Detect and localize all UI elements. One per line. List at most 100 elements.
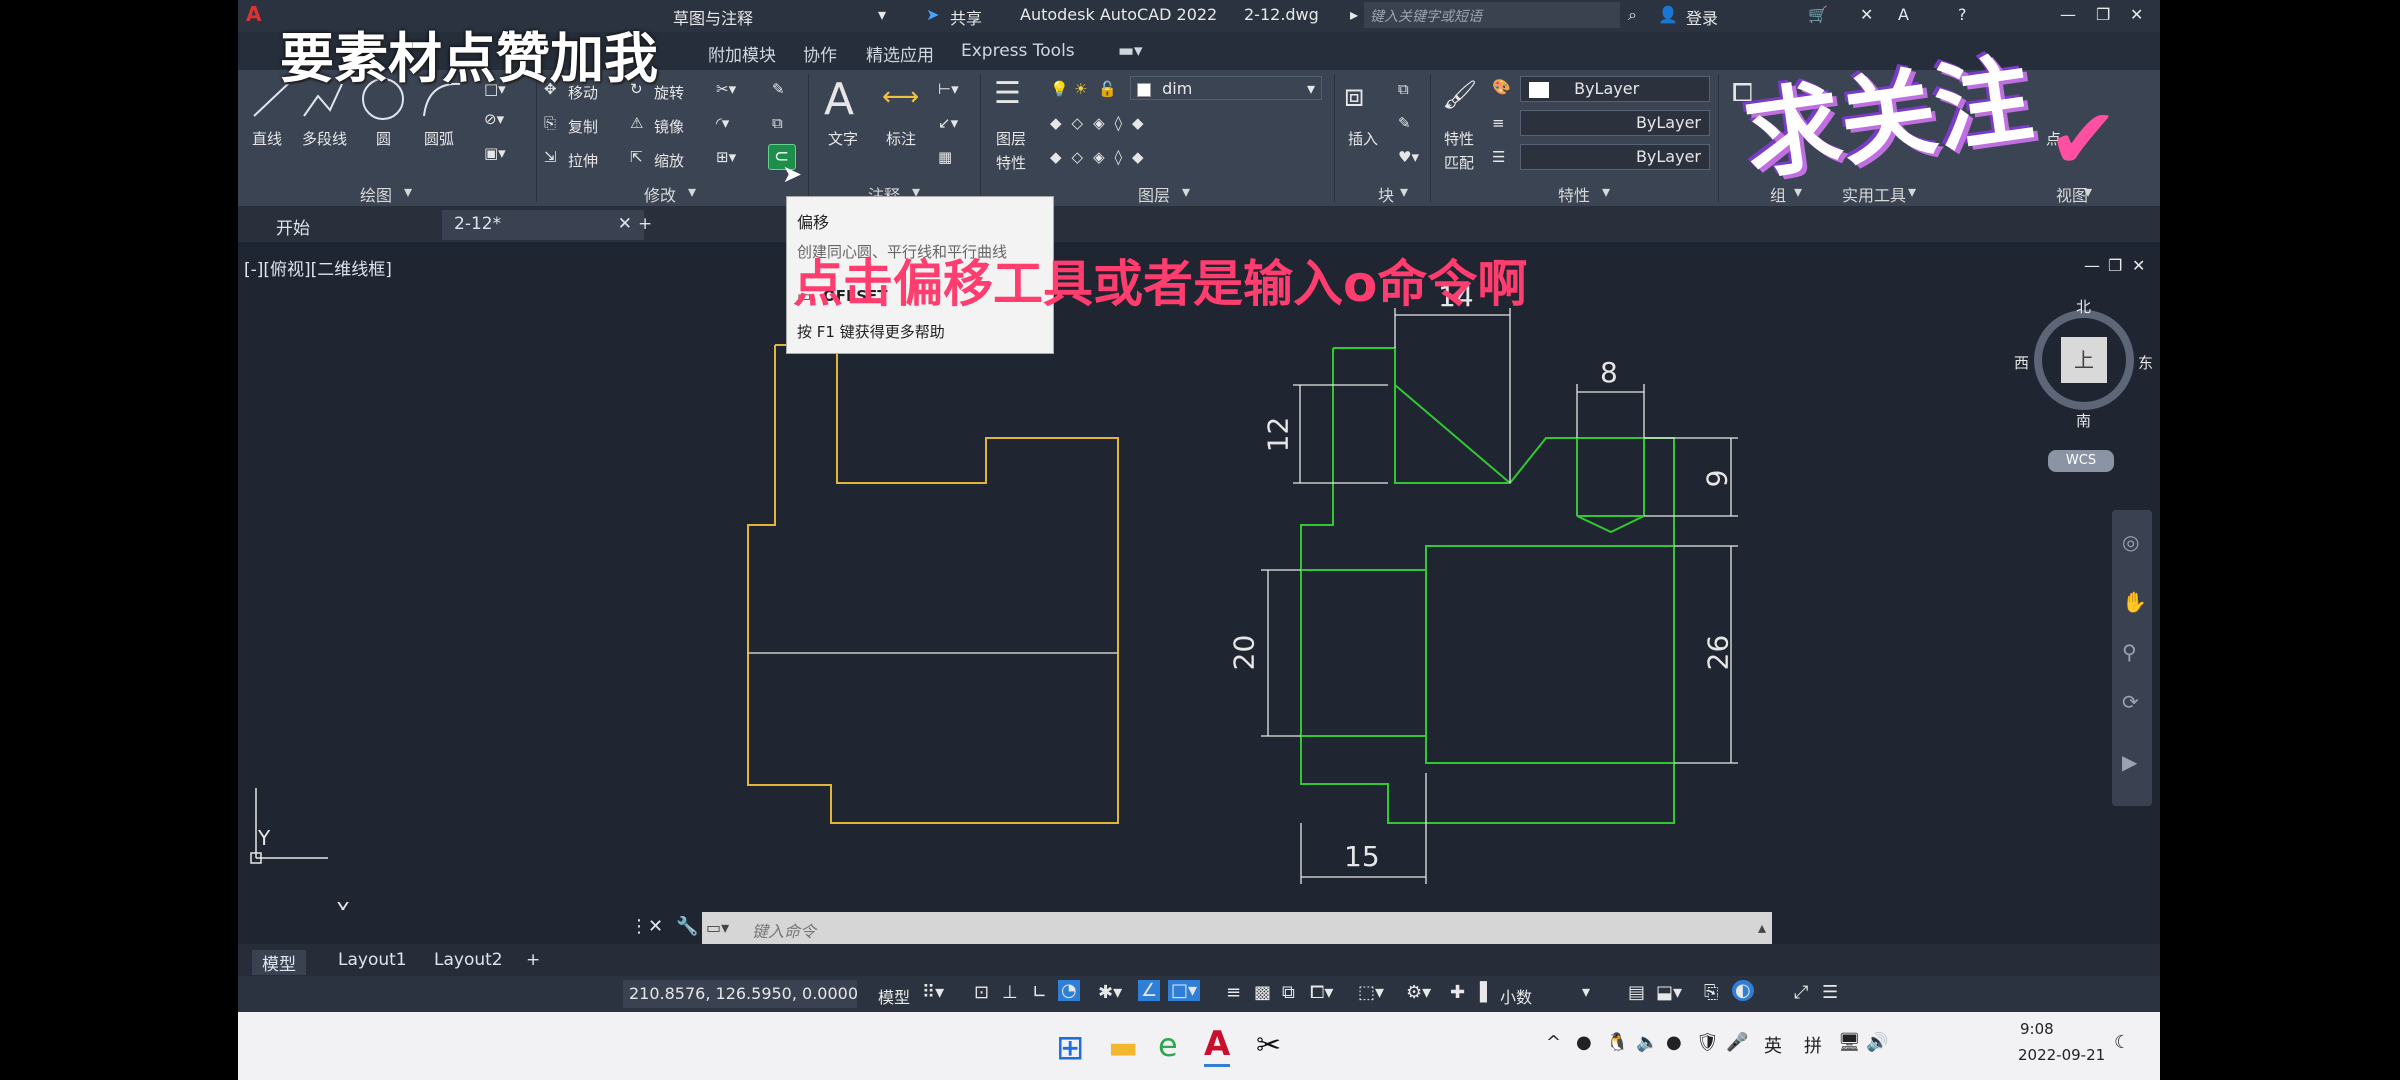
- match-properties-line2[interactable]: 匹配: [1444, 152, 1474, 173]
- tab-model[interactable]: 模型: [252, 950, 306, 975]
- ime-mode[interactable]: 拼: [1804, 1032, 1822, 1058]
- tab-file[interactable]: 2-12* ✕: [442, 210, 644, 240]
- insert-button[interactable]: 插入: [1348, 128, 1378, 149]
- fillet-icon[interactable]: ◜▾: [716, 114, 729, 132]
- mirror-icon[interactable]: ⚠: [630, 114, 643, 132]
- infer-icon[interactable]: ⊥: [1002, 982, 1018, 1003]
- viewcube-west[interactable]: 西: [2014, 352, 2029, 373]
- quick-properties-icon[interactable]: ▤: [1628, 982, 1645, 1003]
- autocad-taskbar-icon[interactable]: A: [1204, 1024, 1231, 1067]
- cart-icon[interactable]: 🛒: [1808, 5, 1828, 24]
- share-icon[interactable]: ➤: [926, 5, 939, 24]
- erase-icon[interactable]: ✎: [772, 80, 785, 98]
- copy-icon[interactable]: ⎘: [544, 114, 556, 132]
- viewcube-top-face[interactable]: 上: [2061, 337, 2107, 383]
- minimize-icon[interactable]: —: [2060, 5, 2076, 24]
- arc-button[interactable]: 圆弧: [424, 128, 454, 149]
- viewcube[interactable]: 上 北 南 东 西: [2014, 298, 2153, 430]
- chevron-down-icon[interactable]: ▾: [1908, 182, 1916, 201]
- tab-featured-apps[interactable]: 精选应用: [866, 41, 934, 66]
- shield-icon[interactable]: 🛡: [1696, 1032, 1719, 1053]
- close-icon[interactable]: ✕: [2130, 5, 2143, 24]
- color-dropdown[interactable]: ByLayer: [1520, 76, 1710, 102]
- start-icon[interactable]: ⊞: [1056, 1028, 1085, 1068]
- network-icon[interactable]: 🖥: [1838, 1032, 1861, 1053]
- a360-icon[interactable]: A: [1898, 5, 1909, 24]
- ime-language[interactable]: 英: [1764, 1032, 1782, 1058]
- annotate-scale-icon[interactable]: ✚: [1450, 982, 1465, 1003]
- chevron-down-icon[interactable]: ▾: [688, 182, 696, 201]
- grid-icon[interactable]: ⠿▾: [922, 982, 944, 1003]
- leader-icon[interactable]: ↙▾: [938, 114, 958, 132]
- properties-panel-label[interactable]: 特性: [1558, 182, 1590, 206]
- stretch-icon[interactable]: ⇲: [544, 148, 557, 166]
- chevron-down-icon[interactable]: ▾: [404, 182, 412, 201]
- text-icon[interactable]: A: [824, 74, 854, 125]
- history-up-icon[interactable]: ▴: [1758, 918, 1766, 937]
- mirror-button[interactable]: 镜像: [654, 116, 684, 137]
- lock-icon[interactable]: 🔓: [1098, 80, 1117, 98]
- showmotion-icon[interactable]: ▶: [2122, 750, 2137, 774]
- clock-date[interactable]: 2022-09-21: [2018, 1046, 2105, 1064]
- layers-panel-label[interactable]: 图层: [1138, 182, 1170, 206]
- draw-panel-label[interactable]: 绘图: [360, 182, 392, 206]
- chevron-down-icon[interactable]: ▾: [1602, 182, 1610, 201]
- tab-express-tools[interactable]: Express Tools: [961, 41, 1075, 61]
- cmdline-grip-icon[interactable]: ⋮✕: [630, 916, 663, 937]
- lineweight-icon[interactable]: ☰: [1492, 148, 1505, 166]
- line-button[interactable]: 直线: [252, 128, 282, 149]
- linear-dim-icon[interactable]: ⊢▾: [938, 80, 959, 98]
- block-edit-icon[interactable]: ✎: [1398, 114, 1411, 132]
- orbit-icon[interactable]: ⟳: [2122, 690, 2139, 714]
- login-button[interactable]: 登录: [1686, 5, 1718, 29]
- table-icon[interactable]: ▦: [938, 148, 952, 166]
- search-icon[interactable]: ⌕: [1628, 5, 1637, 25]
- copy-button[interactable]: 复制: [568, 116, 598, 137]
- chevron-down-icon[interactable]: ▾: [1400, 182, 1408, 201]
- insert-block-icon[interactable]: ⧈: [1344, 76, 1364, 115]
- tray-app3-icon[interactable]: ●: [1666, 1032, 1682, 1053]
- new-tab-button[interactable]: +: [626, 210, 666, 240]
- block-attr-icon[interactable]: ♥▾: [1398, 148, 1419, 166]
- add-layout-icon[interactable]: +: [526, 950, 540, 970]
- tray-app1-icon[interactable]: ●: [1576, 1032, 1592, 1053]
- sun-icon[interactable]: ☀: [1074, 80, 1087, 98]
- layer-properties-icon[interactable]: ☰: [994, 76, 1021, 111]
- scale-icon[interactable]: ⇱: [630, 148, 643, 166]
- speaker-icon[interactable]: 🔈: [1636, 1032, 1658, 1053]
- lineweight-dropdown[interactable]: ByLayer: [1520, 144, 1710, 170]
- capcut-icon[interactable]: ✂: [1256, 1028, 1281, 1063]
- array-small-icon[interactable]: ⧉: [772, 114, 783, 132]
- exchange-icon[interactable]: ✕: [1860, 5, 1873, 24]
- chevron-down-icon[interactable]: ▾: [1182, 182, 1190, 201]
- polar-icon[interactable]: ◔: [1058, 980, 1080, 1001]
- workspace-icon[interactable]: ⚙▾: [1406, 982, 1431, 1003]
- scale-button[interactable]: 缩放: [654, 150, 684, 171]
- linetype-icon[interactable]: ≡: [1492, 114, 1505, 132]
- lightbulb-icon[interactable]: 💡: [1050, 80, 1069, 98]
- help-icon[interactable]: ?: [1958, 5, 1967, 24]
- user-icon[interactable]: 👤: [1658, 5, 1678, 24]
- 3dosnap-icon[interactable]: ⧠▾: [1310, 982, 1333, 1003]
- autocad-logo-icon[interactable]: A: [246, 2, 261, 26]
- notification-icon[interactable]: ☾: [2114, 1032, 2130, 1053]
- tab-start[interactable]: 开始: [264, 210, 440, 240]
- tab-addins[interactable]: 附加模块: [708, 41, 776, 66]
- clock-time[interactable]: 9:08: [2020, 1020, 2054, 1038]
- coordinate-readout[interactable]: 210.8576, 126.5950, 0.0000: [623, 980, 858, 1008]
- annotation-monitor-icon[interactable]: ⬚▾: [1358, 982, 1384, 1003]
- zoom-icon[interactable]: ⚲: [2122, 640, 2137, 664]
- utilities-panel-label[interactable]: 实用工具: [1842, 182, 1906, 206]
- units-icon[interactable]: ▌: [1480, 982, 1494, 1003]
- color-wheel-icon[interactable]: 🎨: [1492, 78, 1511, 96]
- model-space-button[interactable]: 模型: [878, 984, 910, 1008]
- text-button[interactable]: 文字: [828, 128, 858, 149]
- osnap-icon[interactable]: □▾: [1168, 980, 1201, 1001]
- layer-tools-row1-icon[interactable]: ◆◇◈◊◆: [1050, 114, 1154, 132]
- microphone-icon[interactable]: 🎤: [1726, 1032, 1748, 1053]
- tab-layout1[interactable]: Layout1: [338, 950, 407, 970]
- layer-properties-button-line2[interactable]: 特性: [996, 152, 1026, 173]
- workspace-dropdown[interactable]: 草图与注释: [673, 5, 753, 29]
- array-icon[interactable]: ⊞▾: [716, 148, 736, 166]
- customize-icon[interactable]: 🔧: [676, 916, 698, 937]
